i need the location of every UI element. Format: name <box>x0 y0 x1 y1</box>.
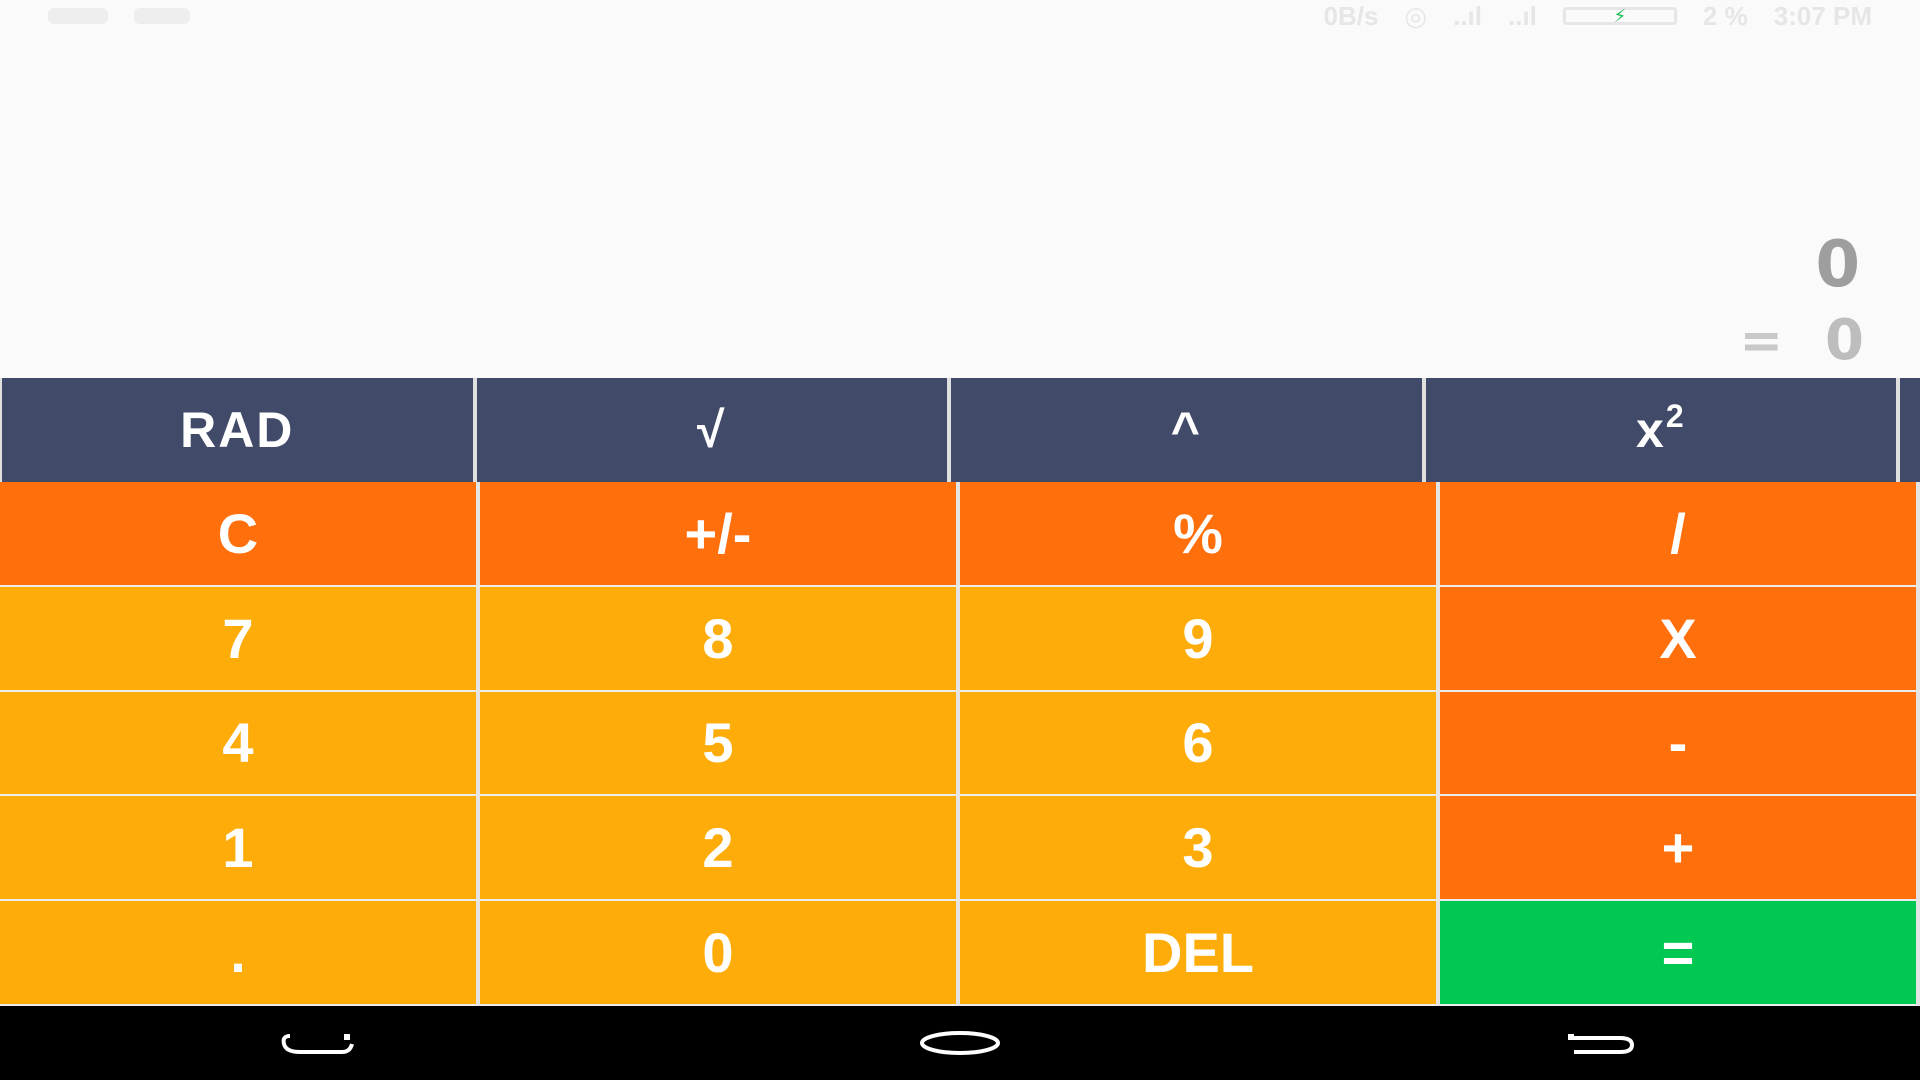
rad-button[interactable]: RAD <box>2 378 473 482</box>
digit-3-button-label: 3 <box>1182 816 1214 880</box>
equals-button[interactable]: = <box>1440 901 1920 1006</box>
network-speed: 0B/s <box>1323 0 1379 31</box>
digit-7-button[interactable]: 7 <box>0 586 480 692</box>
digit-0-button[interactable]: 0 <box>480 901 960 1006</box>
signal-icon-1: ..ıl <box>1453 0 1483 31</box>
percent-button-label: % <box>1173 501 1223 565</box>
digit-5-button-label: 5 <box>702 711 734 775</box>
app-notification-icon <box>134 8 190 24</box>
digit-6-button[interactable]: 6 <box>960 691 1440 797</box>
rad-button-label: RAD <box>180 402 295 458</box>
sign-toggle-button[interactable]: +/- <box>480 482 960 587</box>
digit-9-button-label: 9 <box>1182 606 1214 670</box>
scientific-row: RAD √ ^ x2 <box>0 378 1920 482</box>
digit-5-button[interactable]: 5 <box>480 691 960 797</box>
digit-3-button[interactable]: 3 <box>960 796 1440 902</box>
square-button-exponent: 2 <box>1665 397 1686 434</box>
status-left <box>48 8 190 24</box>
divide-button[interactable]: / <box>1440 482 1920 587</box>
subtract-button-label: - <box>1668 711 1688 775</box>
delete-button-label: DEL <box>1142 921 1254 985</box>
square-button-label: x <box>1636 402 1666 458</box>
add-button[interactable]: + <box>1440 796 1920 902</box>
add-button-label: + <box>1661 816 1695 880</box>
square-button[interactable]: x2 <box>1425 378 1897 482</box>
home-icon <box>920 1031 1000 1055</box>
status-right: 0B/s ◎ ..ıl ..ıl ⚡ 2 % 3:07 PM <box>1324 1 1873 32</box>
signal-icon-2: ..ıl <box>1508 0 1537 31</box>
navigation-bar <box>0 1006 1920 1080</box>
multiply-button-label: X <box>1659 606 1697 670</box>
clear-button-label: C <box>217 501 259 565</box>
decimal-button-label: . <box>230 921 246 985</box>
calculator-screen: 0B/s ◎ ..ıl ..ıl ⚡ 2 % 3:07 PM 0 = 0 RAD… <box>0 0 1920 1080</box>
decimal-button[interactable]: . <box>0 901 480 1006</box>
digit-2-button-label: 2 <box>702 816 734 880</box>
delete-button[interactable]: DEL <box>960 901 1440 1006</box>
digit-2-button[interactable]: 2 <box>480 796 960 902</box>
home-button[interactable] <box>860 1006 1060 1080</box>
digit-1-button[interactable]: 1 <box>0 796 480 902</box>
status-time: 3:07 PM <box>1773 0 1872 31</box>
back-icon <box>281 1034 354 1054</box>
digit-9-button[interactable]: 9 <box>960 586 1440 692</box>
digit-7-button-label: 7 <box>222 606 254 670</box>
result-display: 0 <box>1825 308 1864 373</box>
expression-display: 0 <box>1815 228 1860 302</box>
battery-icon: ⚡ <box>1562 7 1677 25</box>
divide-button-label: / <box>1670 501 1686 565</box>
notification-icon <box>48 8 108 24</box>
back-button[interactable] <box>220 1006 420 1080</box>
clear-button[interactable]: C <box>0 482 480 587</box>
sign-toggle-button-label: +/- <box>684 501 752 565</box>
recents-button[interactable] <box>1500 1006 1700 1080</box>
digit-4-button-label: 4 <box>222 711 254 775</box>
digit-8-button-label: 8 <box>702 606 734 670</box>
power-button[interactable]: ^ <box>951 378 1422 482</box>
equals-button-label: = <box>1661 921 1695 985</box>
multiply-button[interactable]: X <box>1440 586 1920 692</box>
subtract-button[interactable]: - <box>1440 691 1920 797</box>
battery-percent: 2 % <box>1702 0 1748 31</box>
digit-6-button-label: 6 <box>1182 711 1214 775</box>
keypad: C +/-% / 7 8 9 X 4 5 6 - 1 2 3 +. 0 DEL = <box>0 482 1920 1006</box>
result-row: = 0 <box>1739 308 1864 373</box>
digit-1-button-label: 1 <box>222 816 254 880</box>
result-equals-sign: = <box>1739 310 1784 371</box>
digit-8-button[interactable]: 8 <box>480 586 960 692</box>
display-area: 0 = 0 <box>0 32 1920 378</box>
wifi-icon: ◎ <box>1404 0 1428 31</box>
digit-4-button[interactable]: 4 <box>0 691 480 797</box>
scientific-row-overflow[interactable] <box>1900 378 1920 482</box>
power-button-label: ^ <box>1170 402 1202 458</box>
status-bar: 0B/s ◎ ..ıl ..ıl ⚡ 2 % 3:07 PM <box>0 0 1920 32</box>
sqrt-button[interactable]: √ <box>476 378 948 482</box>
sqrt-button-label: √ <box>697 402 727 458</box>
digit-0-button-label: 0 <box>702 921 734 985</box>
percent-button[interactable]: % <box>960 482 1440 587</box>
recents-icon <box>1568 1034 1635 1054</box>
